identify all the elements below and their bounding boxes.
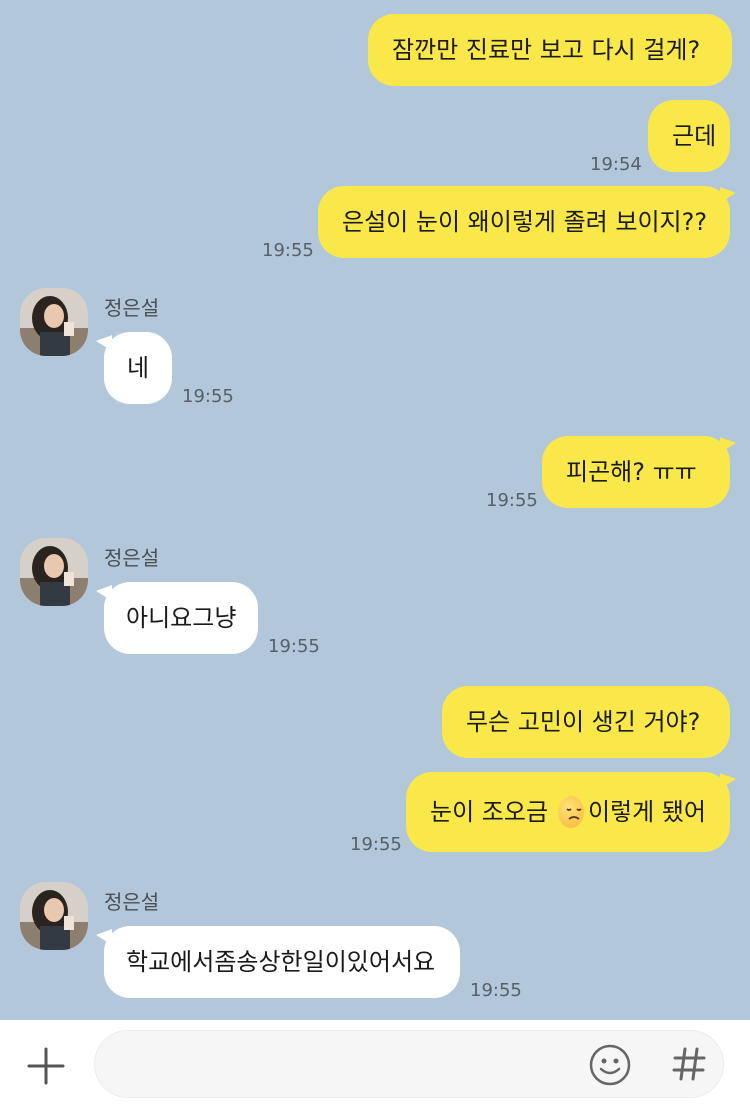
message-time: 19:55 [470,980,522,1001]
message-text: 학교에서좀송상한일이있어서요 [126,948,436,976]
message-text: 아니요그냥 [126,604,237,632]
message-text: 피곤해? ㅠㅠ [566,458,697,486]
sender-name: 정은설 [104,546,160,570]
avatar[interactable] [20,882,88,950]
sender-name: 정은설 [104,890,160,914]
avatar-photo [20,882,88,950]
message-field[interactable] [94,1030,724,1099]
hashtag-button[interactable] [667,1041,711,1087]
chat-area[interactable]: 잠깐만 진료만 보고 다시 걸게? 근데 19:54 은설이 눈이 왜이렇게 졸… [0,0,750,1020]
message-input-bar [0,1020,750,1109]
message-time: 19:55 [182,386,234,407]
my-message-bubble[interactable]: 잠깐만 진료만 보고 다시 걸게? [368,14,732,86]
their-message-bubble[interactable]: 학교에서좀송상한일이있어서요 [104,926,460,998]
their-message-bubble[interactable]: 네 [104,332,172,404]
avatar[interactable] [20,288,88,356]
emoji-button[interactable] [589,1044,631,1086]
message-time: 19:55 [486,490,538,511]
message-input[interactable] [115,1031,579,1099]
message-time: 19:54 [590,154,642,175]
message-text: 근데 [672,122,717,150]
avatar-photo [20,288,88,356]
message-text: 네 [126,354,150,382]
message-text: 잠깐만 진료만 보고 다시 걸게? [392,36,701,64]
my-message-bubble[interactable]: 눈이 조오금 이렇게 됐어 [406,772,730,852]
message-time: 19:55 [262,240,314,261]
message-time: 19:55 [268,636,320,657]
avatar[interactable] [20,538,88,606]
their-message-bubble[interactable]: 아니요그냥 [104,582,258,654]
message-text: 눈이 조오금 [430,798,549,826]
my-message-bubble[interactable]: 은설이 눈이 왜이렇게 졸려 보이지?? [318,186,730,258]
message-text: 이렇게 됐어 [587,798,706,826]
smiley-icon [589,1044,631,1086]
hash-icon [672,1047,706,1081]
sender-name: 정은설 [104,296,160,320]
message-text: 은설이 눈이 왜이렇게 졸려 보이지?? [342,208,708,236]
message-text: 무슨 고민이 생긴 거야? [466,708,701,736]
my-message-bubble[interactable]: 근데 [648,100,730,172]
avatar-photo [20,538,88,606]
plus-icon [27,1047,65,1085]
my-message-bubble[interactable]: 무슨 고민이 생긴 거야? [442,686,730,758]
my-message-bubble[interactable]: 피곤해? ㅠㅠ [542,436,730,508]
attach-button[interactable] [26,1046,66,1086]
message-time: 19:55 [350,834,402,855]
disappointed-face-icon [558,796,584,828]
